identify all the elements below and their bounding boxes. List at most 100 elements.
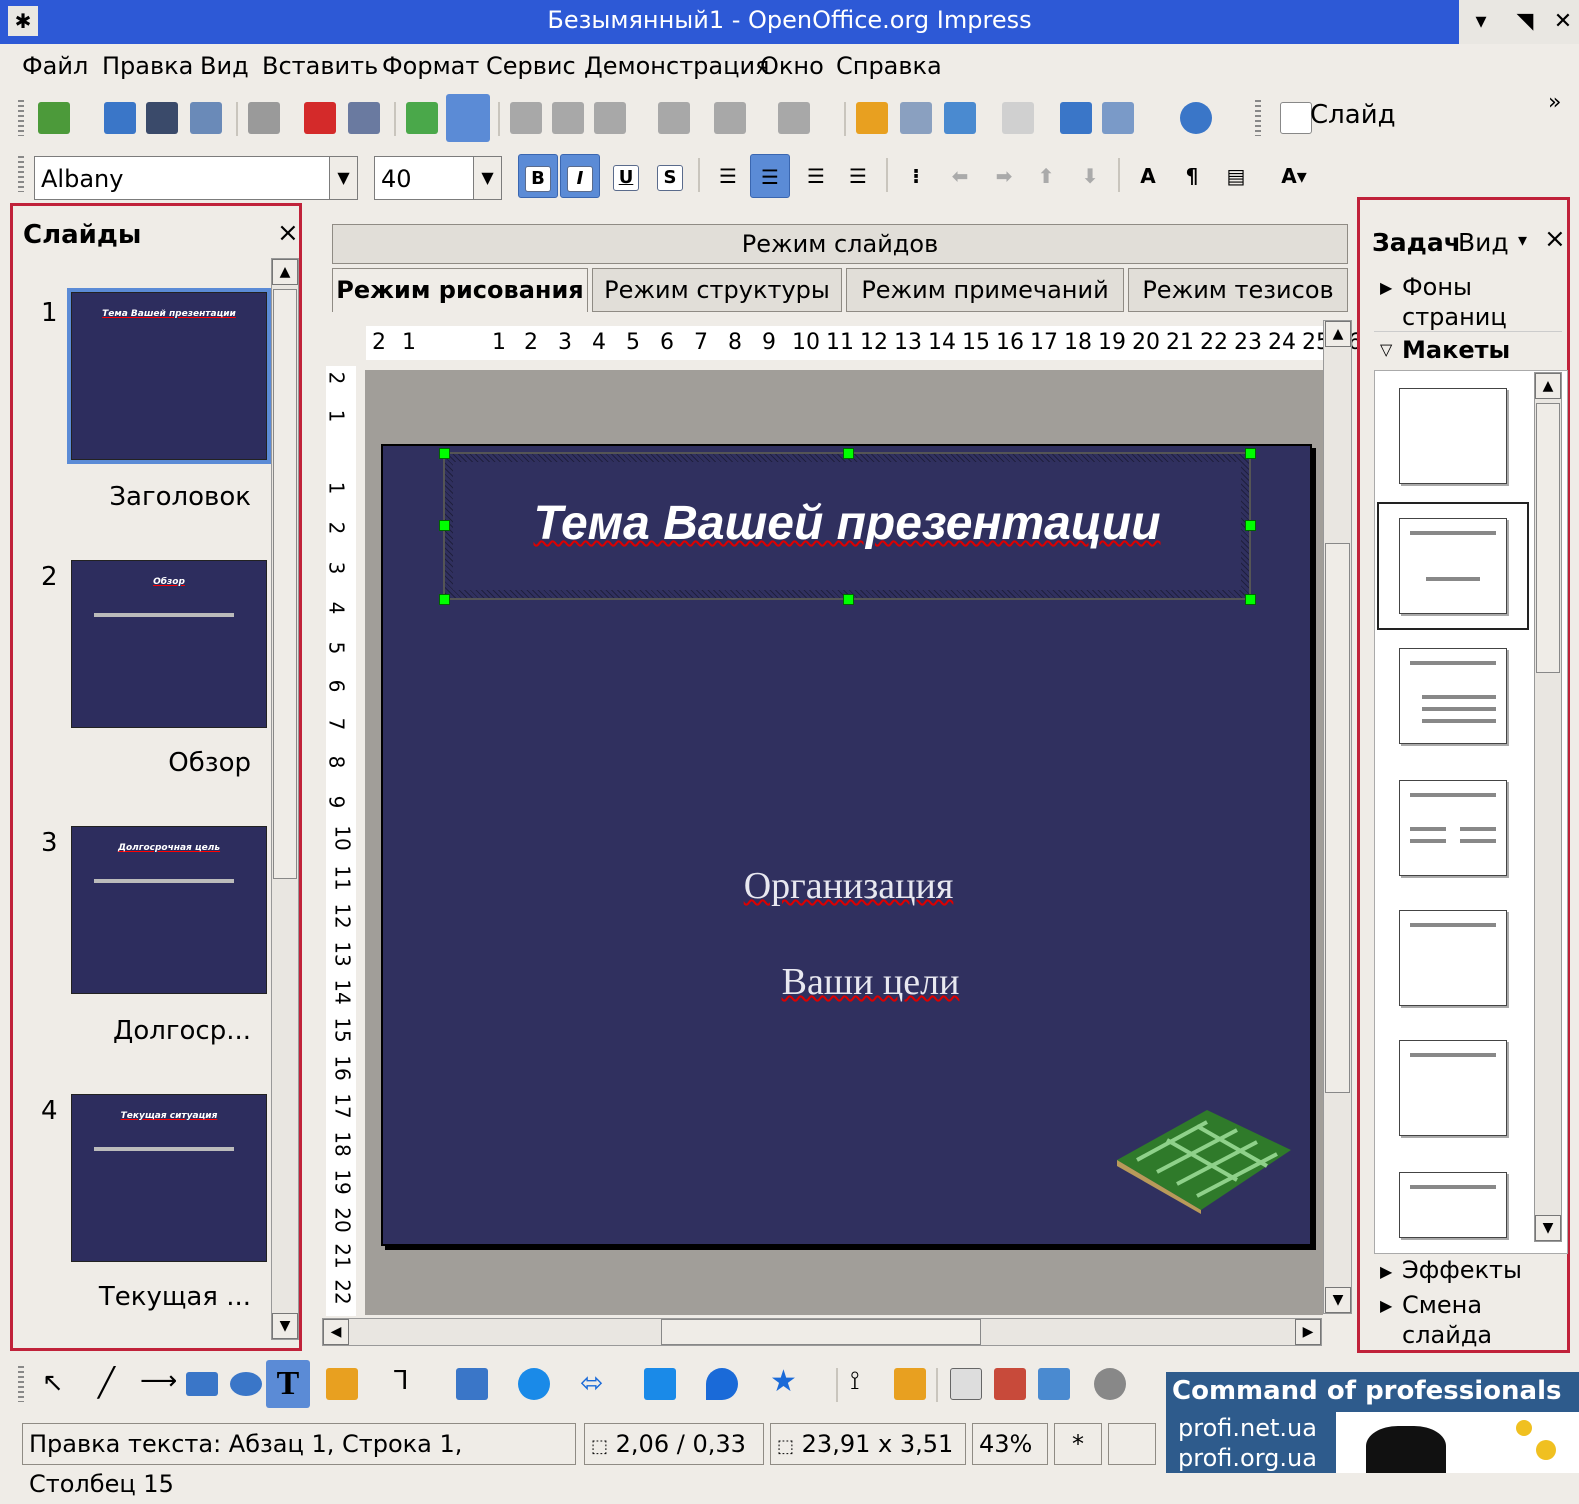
scroll-thumb[interactable] bbox=[1325, 543, 1350, 1093]
scroll-right-icon[interactable]: ▶ bbox=[1295, 1319, 1321, 1345]
chart-icon[interactable] bbox=[856, 102, 888, 134]
line-arrow-icon[interactable]: ⟶ bbox=[140, 1366, 177, 1396]
text-color-icon[interactable]: A▾ bbox=[1274, 154, 1314, 198]
move-down-icon[interactable]: ⬇ bbox=[1070, 154, 1110, 198]
layout-centered[interactable] bbox=[1399, 1040, 1507, 1136]
bold-button[interactable]: B bbox=[518, 154, 558, 198]
layout-title-slide[interactable] bbox=[1399, 518, 1507, 614]
italic-button[interactable]: I bbox=[560, 154, 600, 198]
align-right-button[interactable]: ☰ bbox=[796, 154, 836, 198]
close-icon[interactable]: × bbox=[1544, 224, 1566, 254]
resize-handle[interactable] bbox=[1245, 448, 1256, 459]
block-arrows-icon[interactable]: ⬄ bbox=[580, 1366, 603, 1399]
layout-title-only[interactable] bbox=[1399, 910, 1507, 1006]
slide-organization[interactable]: Организация bbox=[383, 864, 1314, 908]
menu-help[interactable]: Справка bbox=[836, 52, 942, 80]
menu-slideshow[interactable]: Демонстрация bbox=[584, 52, 769, 80]
new-document-icon[interactable] bbox=[38, 102, 70, 134]
new-slide-icon[interactable] bbox=[1280, 102, 1312, 134]
zoom-icon[interactable] bbox=[1102, 102, 1134, 134]
undo-icon[interactable] bbox=[714, 102, 746, 134]
close-window-button[interactable]: ✕ bbox=[1547, 0, 1579, 44]
status-zoom[interactable]: 43% bbox=[972, 1423, 1048, 1465]
menu-format[interactable]: Формат bbox=[382, 52, 479, 80]
chevron-down-icon[interactable]: ▾ bbox=[1518, 230, 1527, 251]
edit-file-icon[interactable] bbox=[248, 102, 280, 134]
layout-two-columns[interactable] bbox=[1399, 780, 1507, 876]
chevron-down-icon[interactable]: ▼ bbox=[473, 157, 501, 199]
tab-notes[interactable]: Режим примечаний bbox=[846, 268, 1124, 312]
character-icon[interactable]: A bbox=[1128, 154, 1168, 198]
resize-handle[interactable] bbox=[843, 448, 854, 459]
section-backgrounds[interactable]: ▶ Фоны страниц bbox=[1374, 272, 1562, 332]
section-effects[interactable]: ▶ Эффекты bbox=[1374, 1256, 1562, 1290]
rectangle-icon[interactable] bbox=[186, 1372, 218, 1396]
bullets-button[interactable]: ⁝ bbox=[896, 154, 936, 198]
mode-bar[interactable]: Режим слайдов bbox=[332, 224, 1348, 264]
gallery-icon[interactable] bbox=[1038, 1368, 1070, 1400]
menu-tools[interactable]: Сервис bbox=[486, 52, 576, 80]
scroll-left-icon[interactable]: ◀ bbox=[323, 1319, 349, 1345]
menu-insert[interactable]: Вставить bbox=[262, 52, 378, 80]
curve-icon[interactable] bbox=[326, 1368, 358, 1400]
open-icon[interactable] bbox=[104, 102, 136, 134]
vertical-scrollbar[interactable]: ▲ ▼ bbox=[1323, 320, 1352, 1314]
scroll-thumb[interactable] bbox=[273, 289, 297, 879]
navigator-icon[interactable] bbox=[944, 102, 976, 134]
menu-view[interactable]: Вид bbox=[200, 52, 249, 80]
font-size-combo[interactable]: 40 ▼ bbox=[374, 156, 502, 200]
resize-handle[interactable] bbox=[439, 448, 450, 459]
slide-thumbnail-1[interactable]: Тема Вашей презентации bbox=[67, 288, 271, 464]
layout-chart[interactable] bbox=[1399, 1172, 1507, 1238]
layout-blank[interactable] bbox=[1399, 388, 1507, 484]
spellcheck-icon[interactable] bbox=[406, 102, 438, 134]
horizontal-ruler[interactable]: 2 1 1 2 3 4 5 6 7 8 9 10 11 12 13 14 15 16 17 18 19 20 21 22 23 2… bbox=[322, 320, 1362, 366]
move-up-icon[interactable]: ⬆ bbox=[1026, 154, 1066, 198]
tab-outline[interactable]: Режим структуры bbox=[592, 268, 842, 312]
connector-icon[interactable]: ⅂ bbox=[394, 1366, 409, 1396]
stars-icon[interactable]: ★ bbox=[770, 1364, 797, 1399]
font-name-combo[interactable]: Albany ▼ bbox=[34, 156, 358, 200]
from-file-icon[interactable] bbox=[994, 1368, 1026, 1400]
print-icon[interactable] bbox=[348, 102, 380, 134]
scroll-down-icon[interactable]: ▼ bbox=[1325, 1287, 1351, 1313]
slide-title[interactable]: Тема Вашей презентации bbox=[443, 496, 1251, 551]
slide-thumbnail-3[interactable]: Долгосрочная цель bbox=[71, 826, 267, 994]
demote-icon[interactable]: ➡ bbox=[984, 154, 1024, 198]
ellipse-icon[interactable] bbox=[230, 1372, 262, 1396]
toolbar-grip-4[interactable] bbox=[18, 1366, 24, 1402]
resize-handle[interactable] bbox=[439, 594, 450, 605]
slides-scrollbar[interactable]: ▲ ▼ bbox=[271, 258, 299, 1340]
minimize-button[interactable]: ▾ bbox=[1459, 0, 1503, 44]
copy-icon[interactable] bbox=[552, 102, 584, 134]
menu-window[interactable]: Окно bbox=[760, 52, 824, 80]
slide-button[interactable]: Слайд bbox=[1310, 100, 1396, 130]
gallery-icon[interactable] bbox=[1060, 102, 1092, 134]
bullets-numbering-icon[interactable]: ▤ bbox=[1216, 154, 1256, 198]
scroll-thumb[interactable] bbox=[661, 1319, 981, 1345]
toolbar-grip[interactable] bbox=[18, 100, 24, 136]
autospellcheck-icon[interactable] bbox=[446, 94, 490, 142]
clone-format-icon[interactable] bbox=[658, 102, 690, 134]
save-icon[interactable] bbox=[146, 102, 178, 134]
help-icon[interactable] bbox=[1180, 102, 1212, 134]
menu-edit[interactable]: Правка bbox=[102, 52, 193, 80]
scroll-down-icon[interactable]: ▼ bbox=[272, 1313, 298, 1339]
points-icon[interactable]: ⟟ bbox=[850, 1366, 860, 1397]
close-icon[interactable]: × bbox=[277, 218, 299, 248]
rotate-icon[interactable] bbox=[1094, 1368, 1126, 1400]
layouts-scrollbar[interactable]: ▲ ▼ bbox=[1534, 372, 1562, 1242]
select-arrow-icon[interactable]: ↖ bbox=[42, 1368, 64, 1398]
text-tool-icon[interactable]: T bbox=[266, 1360, 310, 1408]
status-signature[interactable] bbox=[1108, 1423, 1156, 1465]
cut-icon[interactable] bbox=[510, 102, 542, 134]
scroll-thumb[interactable] bbox=[1536, 403, 1560, 673]
resize-handle[interactable] bbox=[843, 594, 854, 605]
fontwork-icon[interactable] bbox=[950, 1368, 982, 1400]
layout-title-content[interactable] bbox=[1399, 648, 1507, 744]
justify-button[interactable]: ☰ bbox=[838, 154, 878, 198]
export-pdf-icon[interactable] bbox=[304, 102, 336, 134]
paragraph-icon[interactable]: ¶ bbox=[1172, 154, 1212, 198]
paste-icon[interactable] bbox=[594, 102, 626, 134]
slide-goals[interactable]: Ваши цели bbox=[383, 960, 1358, 1004]
